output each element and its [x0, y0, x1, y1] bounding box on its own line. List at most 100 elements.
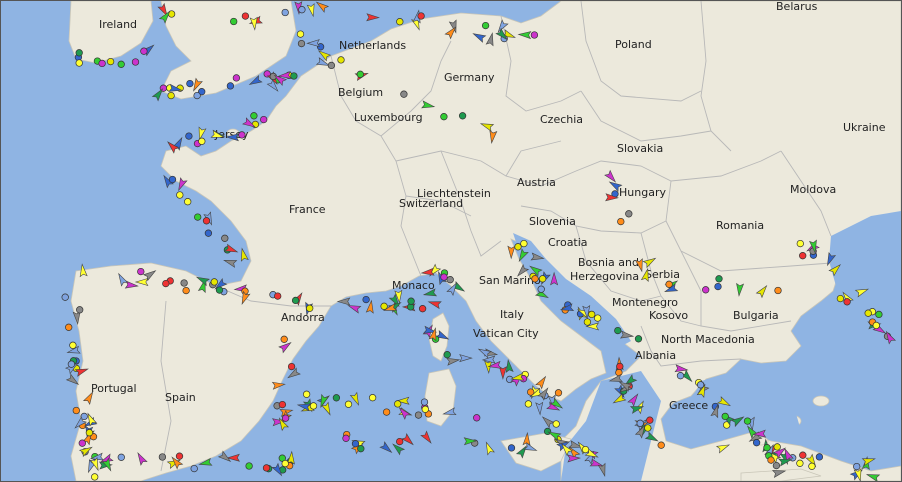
vessel-marker-stationary[interactable] [636, 419, 644, 427]
vessel-marker-stationary[interactable] [342, 434, 350, 442]
vessel-marker-stationary[interactable] [382, 408, 391, 416]
vessel-marker-stationary[interactable] [337, 56, 345, 64]
vessel-marker-stationary[interactable] [327, 61, 336, 70]
vessel-marker-stationary[interactable] [72, 406, 80, 415]
vessel-marker-stationary[interactable] [799, 451, 807, 459]
vessel-marker-stationary[interactable] [715, 275, 723, 283]
vessel-marker-stationary[interactable] [221, 234, 229, 242]
vessel-marker-stationary[interactable] [91, 473, 99, 481]
vessel-marker-stationary[interactable] [260, 115, 268, 124]
vessel-marker-stationary[interactable] [583, 318, 592, 326]
vessel-marker-stationary[interactable] [357, 445, 365, 453]
vessel-marker-stationary[interactable] [473, 414, 481, 422]
vessel-marker-stationary[interactable] [554, 389, 563, 397]
vessel-marker-stationary[interactable] [131, 58, 140, 66]
vessel-marker-stationary[interactable] [78, 439, 86, 447]
vessel-marker-stationary[interactable] [421, 405, 429, 413]
vessel-marker-stationary[interactable] [204, 229, 213, 237]
vessel-marker-stationary[interactable] [594, 314, 602, 322]
vessel-marker-stationary[interactable] [185, 132, 193, 140]
vessel-marker-stationary[interactable] [634, 335, 643, 343]
vessel-marker-stationary[interactable] [176, 191, 184, 199]
vessel-marker-stationary[interactable] [815, 453, 824, 461]
vessel-marker-stationary[interactable] [158, 453, 167, 461]
vessel-marker-stationary[interactable] [396, 437, 404, 446]
vessel-marker-stationary[interactable] [106, 57, 115, 66]
vessel-marker-stationary[interactable] [368, 394, 377, 402]
vessel-marker-stationary[interactable] [537, 285, 545, 293]
vessel-marker-stationary[interactable] [853, 462, 861, 471]
vessel-marker-stationary[interactable] [644, 424, 652, 432]
vessel-marker-stationary[interactable] [524, 400, 533, 408]
vessel-marker-stationary[interactable] [65, 323, 73, 331]
vessel-marker-stationary[interactable] [616, 362, 624, 371]
vessel-marker-stationary[interactable] [250, 112, 258, 120]
vessel-marker-stationary[interactable] [162, 279, 170, 288]
vessel-marker-stationary[interactable] [506, 375, 514, 384]
vessel-marker-stationary[interactable] [552, 420, 560, 428]
vessel-marker-stationary[interactable] [763, 444, 771, 452]
vessel-marker-stationary[interactable] [394, 400, 402, 408]
vessel-marker-stationary[interactable] [175, 452, 184, 460]
vessel-marker-stationary[interactable] [262, 464, 271, 472]
vessel-marker-stationary[interactable] [396, 18, 404, 26]
vessel-marker-stationary[interactable] [773, 443, 781, 451]
vessel-marker-stationary[interactable] [646, 416, 654, 424]
vessel-marker-stationary[interactable] [215, 286, 224, 294]
vessel-marker-stationary[interactable] [418, 305, 427, 313]
vessel-marker-stationary[interactable] [400, 90, 408, 98]
vessel-marker-stationary[interactable] [344, 400, 353, 408]
vessel-marker-stationary[interactable] [617, 217, 625, 226]
vessel-marker-stationary[interactable] [507, 444, 516, 452]
vessel-marker-stationary[interactable] [190, 464, 198, 473]
vessel-marker-stationary[interactable] [774, 286, 782, 295]
vessel-marker-stationary[interactable] [198, 137, 206, 145]
vessel-marker-stationary[interactable] [514, 243, 522, 251]
vessel-marker-stationary[interactable] [184, 198, 192, 206]
vessel-marker-stationary[interactable] [420, 398, 429, 406]
vessel-marker-stationary[interactable] [332, 394, 341, 402]
vessel-marker-stationary[interactable] [180, 279, 188, 287]
vessel-marker-stationary[interactable] [137, 267, 145, 276]
vessel-marker-stationary[interactable] [75, 59, 83, 67]
vessel-marker-stationary[interactable] [458, 112, 467, 120]
vessel-marker-stationary[interactable] [676, 372, 685, 380]
vessel-marker-stationary[interactable] [799, 252, 807, 260]
vessel-marker-stationary[interactable] [864, 309, 872, 317]
vessel-marker-stationary[interactable] [232, 74, 241, 82]
vessel-marker-stationary[interactable] [772, 461, 781, 470]
vessel-marker-stationary[interactable] [117, 453, 125, 461]
vessel-marker-stationary[interactable] [440, 273, 448, 281]
vessel-marker-stationary[interactable] [278, 400, 287, 409]
vessel-marker-stationary[interactable] [306, 304, 314, 312]
vessel-marker-stationary[interactable] [202, 217, 211, 225]
vessel-marker-stationary[interactable] [836, 294, 845, 303]
vessel-marker-stationary[interactable] [290, 72, 298, 80]
vessel-marker-stationary[interactable] [614, 326, 622, 335]
vessel-marker-stationary[interactable] [230, 17, 238, 26]
vessel-marker-stationary[interactable] [657, 441, 665, 449]
vessel-marker-stationary[interactable] [443, 351, 451, 359]
vessel-marker-stationary[interactable] [167, 91, 175, 100]
vessel-marker-stationary[interactable] [407, 297, 415, 305]
vessel-marker-stationary[interactable] [281, 414, 290, 422]
vessel-marker-stationary[interactable] [351, 440, 360, 448]
vessel-marker-stationary[interactable] [298, 6, 306, 14]
vessel-marker-stationary[interactable] [808, 462, 816, 470]
vessel-marker-stationary[interactable] [446, 276, 454, 284]
vessel-marker-stationary[interactable] [527, 388, 535, 396]
vessel-marker-stationary[interactable] [380, 302, 388, 310]
vessel-marker-stationary[interactable] [581, 445, 590, 454]
vessel-marker-stationary[interactable] [665, 280, 673, 288]
vessel-marker-stationary[interactable] [796, 459, 804, 467]
vessel-marker-stationary[interactable] [696, 381, 705, 389]
vessel-marker-stationary[interactable] [245, 462, 253, 470]
vessel-marker-stationary[interactable] [274, 292, 282, 300]
vessel-marker-stationary[interactable] [85, 429, 94, 437]
vessel-marker-stationary[interactable] [843, 298, 851, 306]
vessel-marker-stationary[interactable] [61, 293, 69, 301]
vessel-marker-stationary[interactable] [69, 341, 77, 349]
vessel-marker-stationary[interactable] [75, 49, 83, 57]
vessel-marker-stationary[interactable] [281, 459, 289, 468]
vessel-marker-stationary[interactable] [872, 321, 880, 330]
